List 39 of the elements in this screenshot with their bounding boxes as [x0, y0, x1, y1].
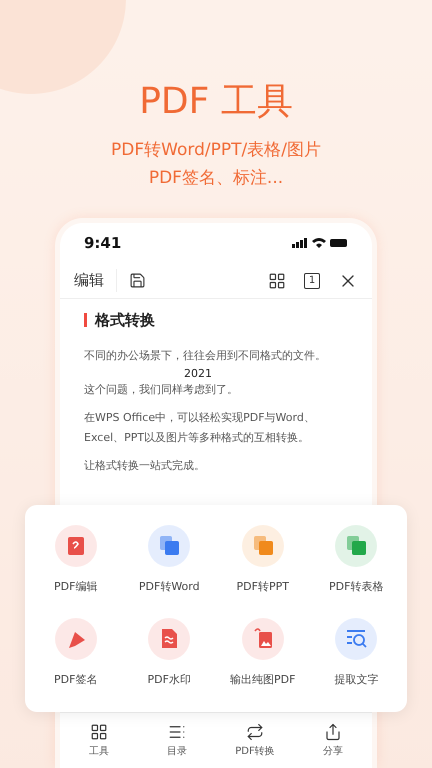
status-icons: [292, 237, 348, 249]
heading-accent: [84, 313, 87, 328]
tool-item[interactable]: 提取文字: [310, 618, 403, 692]
hero-subtitle: PDF签名、标注...: [148, 167, 284, 190]
nav-tab[interactable]: 工具: [60, 713, 138, 768]
tool-item[interactable]: PDF水印: [122, 618, 216, 692]
document-paragraph: 不同的办公场景下，往往会用到不同格式的文件。: [84, 348, 327, 364]
save-icon[interactable]: [129, 272, 146, 289]
tool-item[interactable]: PDF编辑: [29, 525, 122, 600]
page-number-button[interactable]: 1: [304, 272, 320, 288]
hero-title: PDF 工具: [139, 80, 293, 124]
tool-item[interactable]: 输出纯图PDF: [216, 618, 310, 692]
grid-icon[interactable]: [268, 272, 286, 290]
share-icon: [324, 722, 342, 740]
hero-subtitle: PDF转Word/PPT/表格/图片: [111, 139, 321, 162]
stamp-text: 2021: [184, 368, 213, 380]
tool-label: 输出纯图PDF: [230, 672, 296, 688]
tool-item[interactable]: PDF转Word: [122, 525, 216, 600]
grid-icon: [90, 722, 108, 740]
document-paragraph: 在WPS Office中，可以轻松实现PDF与Word、Excel、PPT以及图片等多种格式的互相转换。: [84, 410, 316, 446]
tool-label: PDF转PPT: [236, 579, 289, 595]
tool-label: PDF编辑: [54, 579, 98, 595]
tool-item[interactable]: PDF转表格: [310, 525, 403, 600]
nav-tab[interactable]: 目录: [138, 713, 216, 768]
convert-icon: [246, 722, 264, 740]
tool-label: PDF转Word: [138, 579, 200, 595]
document-paragraph: 让格式转换一站式完成。: [84, 458, 206, 474]
tool-label: PDF转表格: [329, 579, 384, 595]
edit-button[interactable]: 编辑: [74, 269, 117, 292]
status-time: 9:41: [84, 232, 122, 254]
tool-item[interactable]: PDF转PPT: [216, 525, 310, 600]
tool-item[interactable]: PDF签名: [29, 618, 122, 692]
tool-label: PDF水印: [148, 672, 191, 688]
document-heading: 格式转换: [95, 310, 155, 331]
nav-tab[interactable]: 分享: [294, 713, 372, 768]
document-paragraph: 这个问题，我们同样考虑到了。: [84, 382, 239, 398]
nav-tab[interactable]: PDF转换: [216, 713, 294, 768]
tool-label: 提取文字: [334, 672, 378, 688]
tool-label: PDF签名: [54, 672, 98, 688]
